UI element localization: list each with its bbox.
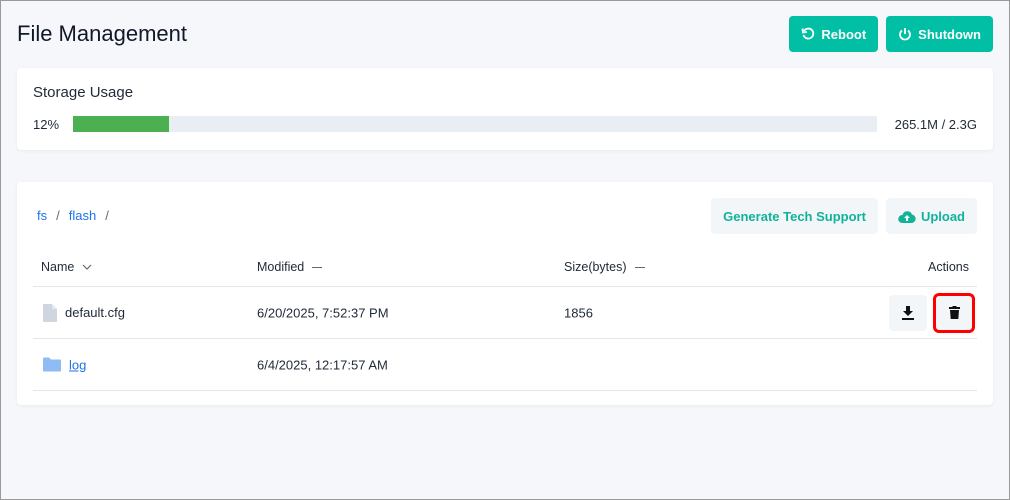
reboot-button[interactable]: Reboot (789, 16, 879, 52)
shutdown-button[interactable]: Shutdown (886, 16, 993, 52)
table-row: default.cfg 6/20/2025, 7:52:37 PM 1856 (33, 287, 977, 339)
file-table: Name Modified Size(bytes) Actions defaul… (33, 248, 977, 391)
column-modified[interactable]: Modified (257, 260, 323, 274)
chevron-down-icon (82, 264, 92, 270)
storage-title: Storage Usage (33, 84, 134, 101)
unsorted-icon (634, 266, 645, 268)
column-name-label: Name (41, 260, 75, 274)
column-size-label: Size(bytes) (564, 260, 627, 274)
storage-card: Storage Usage 12% 265.1M / 2.3G (17, 68, 993, 150)
shutdown-label: Shutdown (918, 26, 981, 42)
modified-cell: 6/4/2025, 12:17:57 AM (257, 357, 388, 372)
upload-button[interactable]: Upload (885, 198, 977, 234)
folder-icon (43, 357, 61, 372)
folder-link[interactable]: log (69, 357, 86, 372)
storage-progress-bar (73, 116, 877, 132)
storage-total: 265.1M / 2.3G (894, 117, 977, 132)
unsorted-icon (312, 266, 323, 268)
download-button[interactable] (889, 294, 927, 331)
reboot-label: Reboot (821, 26, 867, 42)
trash-icon (948, 306, 960, 319)
file-browser-card: fs / flash / Generate Tech Support Uploa… (17, 182, 993, 405)
file-name-cell: default.cfg (43, 303, 125, 322)
file-icon (43, 303, 57, 322)
upload-label: Upload (920, 208, 965, 224)
reboot-icon (801, 27, 815, 40)
cloud-upload-icon (898, 210, 916, 223)
file-name[interactable]: default.cfg (65, 305, 125, 320)
file-name-cell: log (43, 357, 86, 372)
breadcrumb-flash[interactable]: flash (69, 208, 96, 223)
breadcrumb-fs[interactable]: fs (37, 208, 47, 223)
power-icon (899, 28, 912, 41)
table-row: log 6/4/2025, 12:17:57 AM (33, 339, 977, 391)
page-title: File Management (17, 21, 187, 46)
column-modified-label: Modified (257, 260, 305, 274)
table-header: Name Modified Size(bytes) Actions (33, 248, 977, 287)
breadcrumb-separator: / (56, 208, 60, 223)
column-name[interactable]: Name (41, 260, 92, 274)
size-cell: 1856 (564, 305, 593, 320)
storage-progress-fill (73, 116, 170, 132)
delete-button[interactable] (933, 292, 975, 333)
download-icon (902, 305, 914, 320)
generate-tech-support-button[interactable]: Generate Tech Support (711, 198, 878, 234)
breadcrumb: fs / flash / (37, 208, 109, 223)
storage-percent: 12% (33, 117, 60, 132)
modified-cell: 6/20/2025, 7:52:37 PM (257, 305, 389, 320)
column-size[interactable]: Size(bytes) (564, 260, 645, 274)
breadcrumb-separator: / (105, 208, 109, 223)
column-actions: Actions (928, 260, 969, 274)
